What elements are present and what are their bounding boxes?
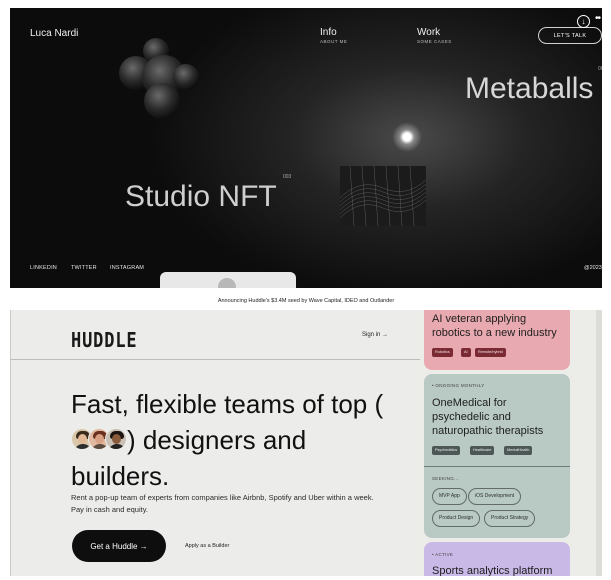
project-card-onemedical[interactable]: • ONGOING MONTHLY OneMedical for psyched… bbox=[424, 374, 570, 538]
avatar bbox=[105, 428, 127, 451]
header-divider bbox=[11, 359, 420, 360]
portfolio-hero: Luca Nardi Info ABOUT ME Work SOME CASES… bbox=[10, 8, 602, 288]
project-index-left: 003 bbox=[283, 174, 292, 180]
project-title-metaballs[interactable]: Metaballs bbox=[465, 72, 593, 106]
project-index-right: 002 bbox=[598, 66, 602, 72]
huddle-landing: HUDDLE Sign in → Fast, flexible teams of… bbox=[10, 310, 420, 576]
social-link-twitter[interactable]: TWITTER bbox=[71, 265, 97, 271]
mesh-wave-graphic bbox=[340, 166, 426, 226]
role-pill: iOS Development bbox=[468, 488, 522, 505]
nav-info-label: Info bbox=[320, 27, 337, 38]
headline-text-start: Fast, flexible teams of top ( bbox=[71, 389, 384, 419]
tag: MentalHealth bbox=[504, 446, 533, 455]
apply-as-builder-link[interactable]: Apply as a Builder bbox=[185, 543, 229, 549]
social-link-instagram[interactable]: INSTAGRAM bbox=[110, 265, 144, 271]
card-title: Sports analytics platform bbox=[432, 565, 553, 576]
huddle-logo[interactable]: HUDDLE bbox=[71, 328, 138, 352]
nav-work-label: Work bbox=[417, 27, 441, 38]
more-options-icon[interactable]: •• bbox=[595, 13, 601, 24]
nav-info-sub: ABOUT ME bbox=[320, 39, 348, 44]
metaballs-blob-graphic bbox=[119, 38, 199, 119]
nav-item-info[interactable]: Info ABOUT ME bbox=[320, 27, 347, 44]
preview-avatar bbox=[218, 278, 236, 288]
tag: Psychedelics bbox=[432, 446, 461, 455]
social-link-linkedin[interactable]: LINKEDIN bbox=[30, 265, 57, 271]
copyright-year: @2023 bbox=[584, 265, 602, 271]
preview-card[interactable] bbox=[160, 272, 296, 288]
card-title: AI veteran applying robotics to a new in… bbox=[432, 313, 557, 339]
download-icon[interactable]: ↓ bbox=[577, 15, 590, 28]
light-orb-graphic bbox=[392, 122, 422, 152]
hero-headline: Fast, flexible teams of top ( ) designer… bbox=[71, 386, 391, 494]
role-pill: Product Design bbox=[432, 510, 481, 527]
tag: AI bbox=[461, 348, 471, 357]
lets-talk-button[interactable]: LET'S TALK bbox=[538, 27, 602, 44]
tag: Remote/hybrid bbox=[475, 348, 506, 357]
project-card-robotics[interactable]: AI veteran applying robotics to a new in… bbox=[424, 310, 570, 370]
site-owner-name[interactable]: Luca Nardi bbox=[30, 28, 78, 39]
project-cards-column: AI veteran applying robotics to a new in… bbox=[420, 310, 602, 576]
hero-subtext: Rent a pop-up team of experts from compa… bbox=[71, 493, 374, 514]
nav-item-work[interactable]: Work SOME CASES bbox=[417, 27, 452, 44]
get-a-huddle-button[interactable]: Get a Huddle → bbox=[72, 530, 166, 562]
project-card-sports[interactable]: • ACTIVE Sports analytics platform bbox=[424, 542, 570, 576]
sign-in-link[interactable]: Sign in → bbox=[362, 332, 388, 338]
nav-work-sub: SOME CASES bbox=[417, 39, 452, 44]
seeking-label: SEEKING... bbox=[432, 476, 459, 481]
card-status-label: • ONGOING MONTHLY bbox=[432, 383, 485, 388]
card-title: OneMedical for psychedelic and naturopat… bbox=[432, 397, 544, 437]
role-pill: MVP App bbox=[432, 488, 467, 505]
card-divider bbox=[424, 466, 570, 467]
role-pill: Product Strategy bbox=[484, 510, 536, 527]
tag: Robotics bbox=[432, 348, 453, 357]
scrollbar[interactable] bbox=[596, 310, 602, 576]
tag: Healthcare bbox=[470, 446, 495, 455]
announcement-bar[interactable]: Announcing Huddle's $3.4M seed by Wave C… bbox=[10, 298, 602, 304]
card-status-label: • ACTIVE bbox=[432, 552, 454, 557]
project-title-studio-nft[interactable]: Studio NFT bbox=[125, 180, 277, 214]
builder-avatars bbox=[71, 428, 127, 451]
